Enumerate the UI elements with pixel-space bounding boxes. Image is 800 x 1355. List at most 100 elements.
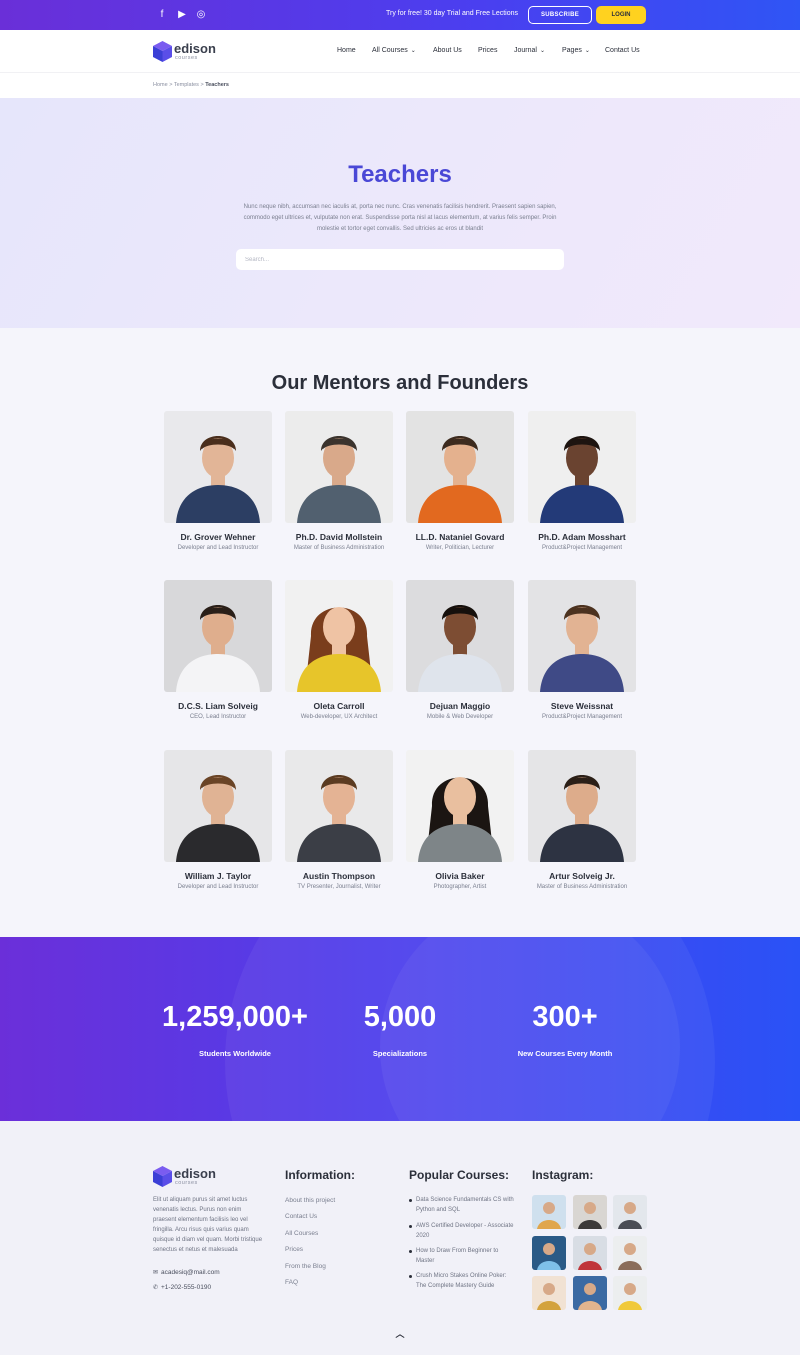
mentor-card[interactable]: Dr. Grover Wehner Developer and Lead Inst… — [164, 411, 274, 561]
instagram-icon[interactable]: ◎ — [195, 9, 207, 21]
mentor-name[interactable]: Oleta Carroll — [275, 701, 403, 711]
site-footer: edison courses Elit ut aliquam purus sit… — [0, 1121, 800, 1355]
section-title: Our Mentors and Founders — [271, 372, 529, 394]
footer-link-faq[interactable]: FAQ — [285, 1279, 298, 1286]
mentor-name[interactable]: Dr. Grover Wehner — [154, 532, 282, 542]
mentor-name[interactable]: Steve Weissnat — [518, 701, 646, 711]
instagram-photo[interactable] — [573, 1276, 607, 1310]
site-logo[interactable]: edison courses — [153, 40, 216, 64]
mentor-role: Mobile & Web Developer — [426, 714, 494, 720]
mentor-card[interactable]: Olivia Baker Photographer, Artist — [406, 750, 516, 900]
mentor-card[interactable]: Steve Weissnat Product&Project Management — [528, 580, 638, 730]
footer-email[interactable]: ✉ acadesiq@mail.com — [153, 1269, 220, 1276]
footer-course-link[interactable]: Crush Micro Stakes Online Poker: The Com… — [409, 1271, 517, 1291]
mentor-name[interactable]: William J. Taylor — [154, 871, 282, 881]
nav-all-courses[interactable]: All Courses ⌄ — [372, 47, 416, 54]
instagram-photo[interactable] — [573, 1195, 607, 1229]
mail-icon: ✉ — [153, 1270, 159, 1276]
scroll-to-top-icon[interactable]: ︿ — [393, 1327, 407, 1341]
breadcrumb-bar: Home > Templates > Teachers — [0, 72, 800, 98]
instagram-photo[interactable] — [613, 1276, 647, 1310]
mentor-role: Product&Project Management — [541, 714, 623, 720]
footer-course-link[interactable]: How to Draw From Beginner to Master — [409, 1246, 517, 1266]
mentor-photo[interactable] — [164, 580, 272, 692]
footer-info-heading: Information: — [285, 1168, 355, 1182]
mentor-photo[interactable] — [164, 411, 272, 523]
mentor-name[interactable]: LL.D. Nataniel Govard — [396, 532, 524, 542]
mentor-card[interactable]: Ph.D. Adam Mosshart Product&Project Manag… — [528, 411, 638, 561]
mentor-photo[interactable] — [528, 411, 636, 523]
promo-text: Try for free! 30 day Trial and Free Lect… — [386, 10, 519, 17]
mentor-card[interactable]: D.C.S. Liam Solveig CEO, Lead Instructor — [164, 580, 274, 730]
nav-prices[interactable]: Prices — [478, 47, 497, 54]
mentor-photo[interactable] — [164, 750, 272, 862]
mentor-card[interactable]: LL.D. Nataniel Govard Writer, Politician,… — [406, 411, 516, 561]
instagram-photo[interactable] — [532, 1236, 566, 1270]
nav-pages[interactable]: Pages ⌄ — [562, 47, 590, 54]
footer-link-prices[interactable]: Prices — [285, 1246, 303, 1253]
mentor-card[interactable]: Artur Solveig Jr. Master of Business Admi… — [528, 750, 638, 900]
footer-logo[interactable]: edison courses — [153, 1165, 216, 1189]
instagram-photo[interactable] — [532, 1276, 566, 1310]
page-title: Teachers — [348, 161, 452, 188]
footer-link-about[interactable]: About this project — [285, 1197, 335, 1204]
mentor-photo[interactable] — [285, 750, 393, 862]
facebook-icon[interactable]: f — [156, 9, 168, 21]
mentor-photo[interactable] — [285, 580, 393, 692]
chevron-down-icon: ⌄ — [584, 48, 590, 54]
mentor-name[interactable]: Austin Thompson — [275, 871, 403, 881]
mentor-card[interactable]: Dejuan Maggio Mobile & Web Developer — [406, 580, 516, 730]
mentor-card[interactable]: Austin Thompson TV Presenter, Journalist,… — [285, 750, 395, 900]
hero-description: Nunc neque nibh, accumsan nec iaculis at… — [243, 204, 557, 232]
mentor-name[interactable]: Ph.D. Adam Mosshart — [518, 532, 646, 542]
mentor-card[interactable]: Oleta Carroll Web-developer, UX Architect — [285, 580, 395, 730]
footer-course-link[interactable]: AWS Certified Developer - Associate 2020 — [409, 1221, 517, 1241]
instagram-photo[interactable] — [532, 1195, 566, 1229]
login-button[interactable]: LOGIN — [596, 6, 646, 24]
footer-link-contact[interactable]: Contact Us — [285, 1213, 317, 1220]
mentor-photo[interactable] — [528, 580, 636, 692]
nav-label: All Courses — [372, 47, 408, 54]
nav-home[interactable]: Home — [337, 47, 356, 54]
mentor-card[interactable]: William J. Taylor Developer and Lead Inst… — [164, 750, 274, 900]
nav-about-us[interactable]: About Us — [433, 47, 462, 54]
instagram-thumbnail-image — [573, 1236, 607, 1270]
mentor-photo[interactable] — [406, 750, 514, 862]
mentor-photo[interactable] — [406, 580, 514, 692]
logo-cube-icon — [153, 1166, 172, 1187]
nav-label: Home — [337, 47, 356, 54]
search-input[interactable] — [236, 249, 564, 270]
mentor-role: Writer, Politician, Lecturer — [425, 545, 495, 551]
mentor-photo[interactable] — [528, 750, 636, 862]
nav-contact-us[interactable]: Contact Us — [605, 47, 640, 54]
mentor-name[interactable]: Olivia Baker — [396, 871, 524, 881]
breadcrumb-home[interactable]: Home — [153, 82, 168, 88]
mentor-name[interactable]: Dejuan Maggio — [396, 701, 524, 711]
mentor-role: Developer and Lead Instructor — [177, 884, 259, 890]
footer-link-courses[interactable]: All Courses — [285, 1230, 318, 1237]
instagram-photo[interactable] — [613, 1195, 647, 1229]
youtube-icon[interactable]: ▶ — [176, 9, 188, 21]
footer-phone[interactable]: ✆ +1-202-555-0190 — [153, 1284, 211, 1291]
mentor-role: CEO, Lead Instructor — [189, 714, 247, 720]
subscribe-button[interactable]: SUBSCRIBE — [528, 6, 592, 24]
instagram-thumbnail-image — [573, 1276, 607, 1310]
chevron-down-icon: ⌄ — [410, 48, 416, 54]
mentor-role: Photographer, Artist — [433, 884, 487, 890]
mentor-card[interactable]: Ph.D. David Mollstein Master of Business … — [285, 411, 395, 561]
instagram-photo[interactable] — [613, 1236, 647, 1270]
footer-link-blog[interactable]: From the Blog — [285, 1263, 326, 1270]
logo-sub: courses — [175, 55, 198, 61]
mentor-name[interactable]: Artur Solveig Jr. — [518, 871, 646, 881]
mentor-name[interactable]: Ph.D. David Mollstein — [275, 532, 403, 542]
mentor-role: Product&Project Management — [541, 545, 623, 551]
mentor-photo[interactable] — [285, 411, 393, 523]
chevron-down-icon: ⌄ — [539, 48, 545, 54]
instagram-photo[interactable] — [573, 1236, 607, 1270]
nav-journal[interactable]: Journal ⌄ — [514, 47, 545, 54]
mentor-photo[interactable] — [406, 411, 514, 523]
footer-course-link[interactable]: Data Science Fundamentals CS with Python… — [409, 1195, 517, 1215]
breadcrumb-templates[interactable]: Templates — [174, 82, 199, 88]
mentor-portrait-image — [406, 580, 514, 692]
mentor-name[interactable]: D.C.S. Liam Solveig — [154, 701, 282, 711]
